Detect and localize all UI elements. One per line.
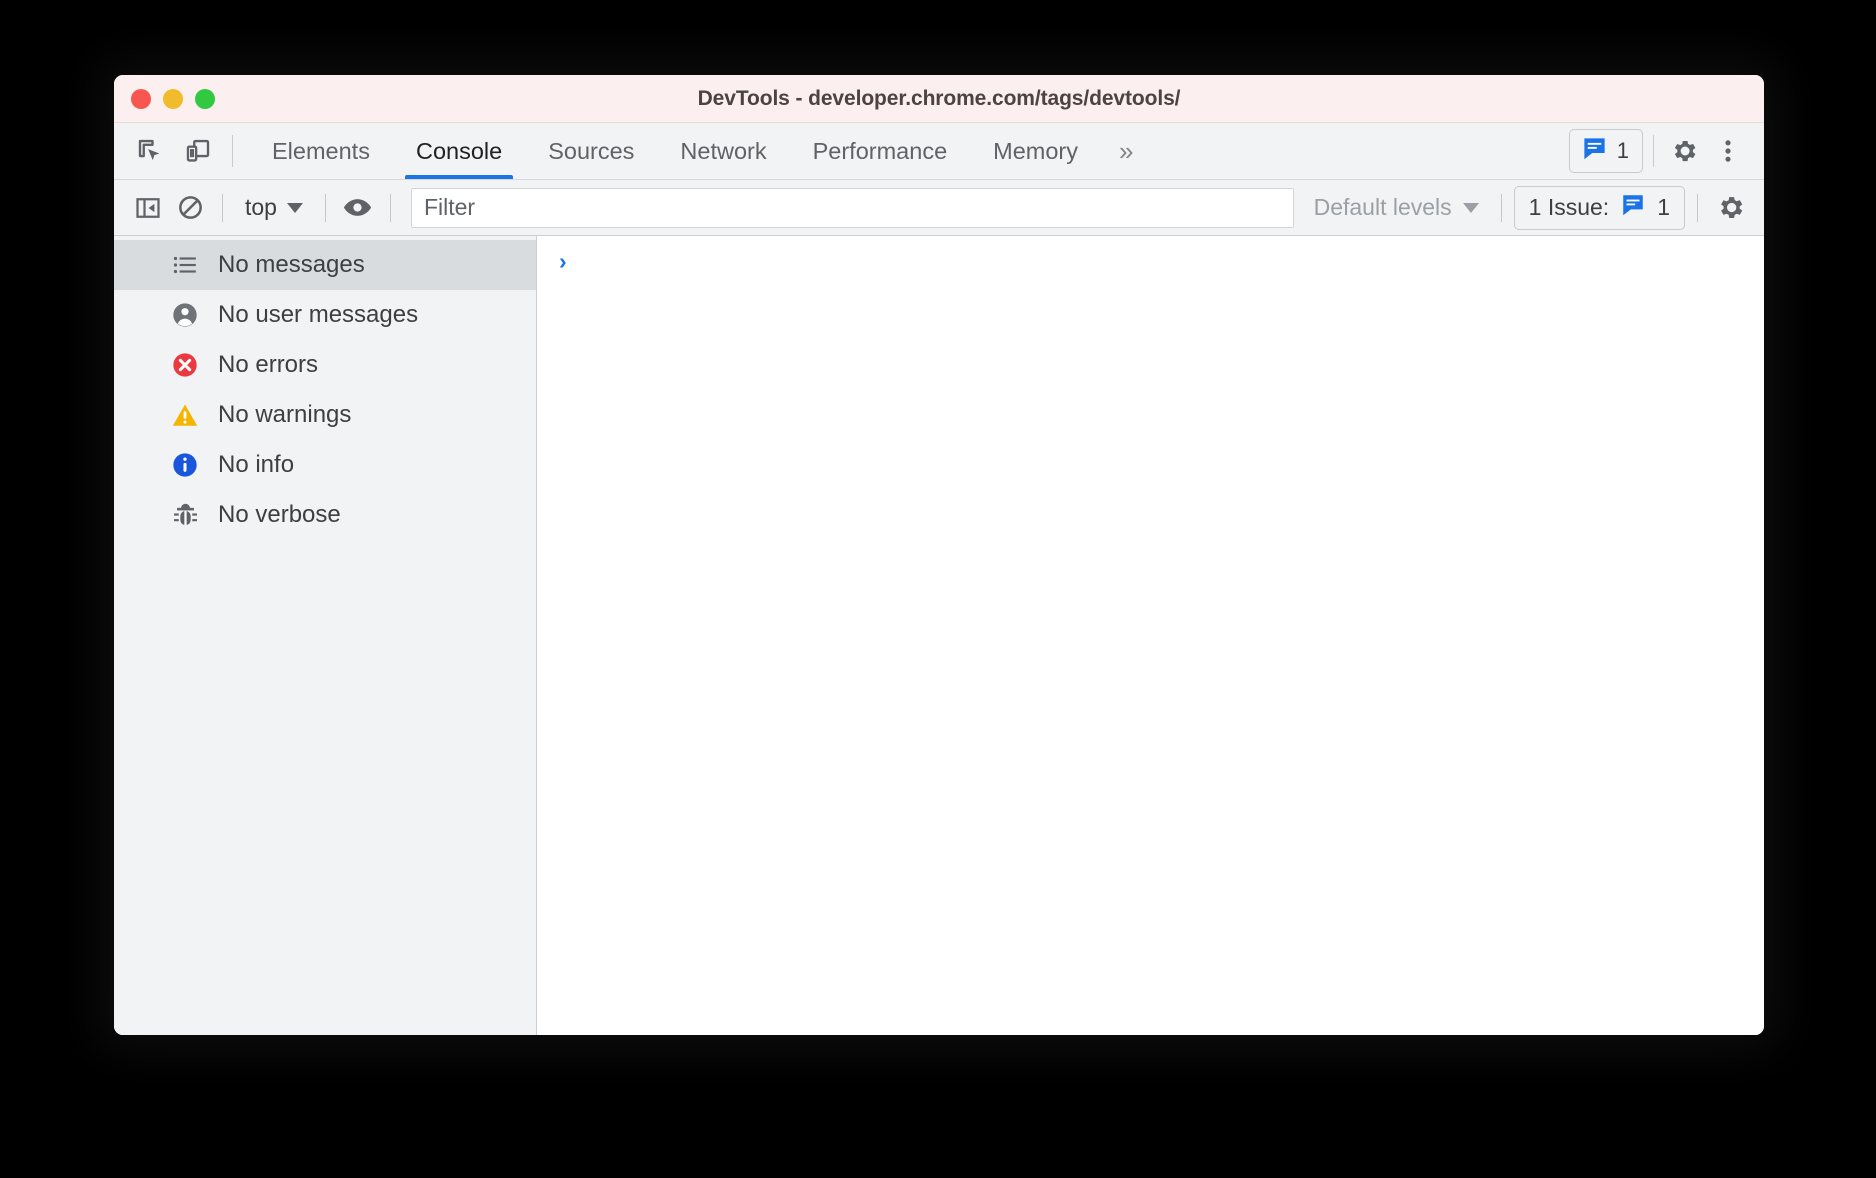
issues-badge-button[interactable]: 1 <box>1569 129 1643 173</box>
tabbar-divider <box>232 135 233 167</box>
sidebar-item-label: No user messages <box>218 301 418 329</box>
gear-icon[interactable] <box>1710 188 1750 228</box>
panel-tabs: Elements Console Sources Network Perform… <box>249 123 1151 179</box>
sidebar-item-label: No messages <box>218 251 365 279</box>
toolbar-divider-4 <box>1501 194 1502 222</box>
sidebar-item-no-messages[interactable]: No messages <box>114 240 536 290</box>
tabbar-right-actions: 1 <box>1569 123 1764 179</box>
tab-sources[interactable]: Sources <box>525 123 657 179</box>
toolbar-divider-2 <box>325 194 326 222</box>
log-levels-dropdown[interactable]: Default levels <box>1304 194 1489 221</box>
filter-input[interactable] <box>411 188 1294 228</box>
clear-console-icon[interactable] <box>170 188 210 228</box>
console-sidebar: No messages No user messages <box>114 236 537 1035</box>
tab-elements[interactable]: Elements <box>249 123 393 179</box>
sidebar-item-label: No warnings <box>218 401 351 429</box>
window-title: DevTools - developer.chrome.com/tags/dev… <box>114 87 1764 111</box>
tabbar-left-icons <box>114 123 226 179</box>
more-tabs-chevron-icon[interactable]: » <box>1101 123 1151 179</box>
issues-counter-button[interactable]: 1 Issue: 1 <box>1514 186 1685 230</box>
error-icon <box>171 351 199 379</box>
eye-icon[interactable] <box>338 188 378 228</box>
console-message-area[interactable]: › <box>537 236 1764 1035</box>
console-toolbar: top Default levels 1 Issue: <box>114 180 1764 236</box>
tab-memory[interactable]: Memory <box>970 123 1101 179</box>
devtools-window: DevTools - developer.chrome.com/tags/dev… <box>114 75 1764 1035</box>
list-icon <box>171 251 199 279</box>
issues-speech-bubble-icon <box>1581 135 1608 167</box>
sidebar-item-no-info[interactable]: No info <box>114 440 536 490</box>
console-prompt-chevron-icon: › <box>559 250 567 273</box>
show-console-sidebar-icon[interactable] <box>128 188 168 228</box>
device-toolbar-icon[interactable] <box>178 131 218 171</box>
sidebar-item-label: No errors <box>218 351 318 379</box>
toolbar-divider-5 <box>1697 194 1698 222</box>
sidebar-item-label: No info <box>218 451 294 479</box>
console-prompt-row[interactable]: › <box>537 250 1764 284</box>
sidebar-item-no-verbose[interactable]: No verbose <box>114 490 536 540</box>
log-levels-label: Default levels <box>1314 194 1452 221</box>
sidebar-item-label: No verbose <box>218 501 341 529</box>
sidebar-item-no-user-messages[interactable]: No user messages <box>114 290 536 340</box>
tab-console[interactable]: Console <box>393 123 525 179</box>
inspect-element-icon[interactable] <box>130 131 170 171</box>
chevron-down-icon <box>1463 203 1479 213</box>
tabbar-right-divider <box>1653 135 1654 167</box>
issues-counter-count: 1 <box>1657 194 1670 221</box>
sidebar-item-no-errors[interactable]: No errors <box>114 340 536 390</box>
toolbar-divider-1 <box>222 194 223 222</box>
gear-icon[interactable] <box>1664 131 1704 171</box>
issues-speech-bubble-icon <box>1620 192 1646 224</box>
console-body: No messages No user messages <box>114 236 1764 1035</box>
person-icon <box>171 301 199 329</box>
javascript-context-selector[interactable]: top <box>235 194 313 221</box>
tab-performance[interactable]: Performance <box>790 123 971 179</box>
issues-counter-label: 1 Issue: <box>1529 194 1610 221</box>
chevron-down-icon <box>287 203 303 213</box>
window-titlebar: DevTools - developer.chrome.com/tags/dev… <box>114 75 1764 123</box>
warning-icon <box>171 401 199 429</box>
bug-icon <box>171 501 199 529</box>
sidebar-item-no-warnings[interactable]: No warnings <box>114 390 536 440</box>
issues-badge-count: 1 <box>1617 138 1629 164</box>
context-selector-value: top <box>245 194 277 221</box>
screenshot-root: DevTools - developer.chrome.com/tags/dev… <box>0 0 1876 1178</box>
toolbar-divider-3 <box>390 194 391 222</box>
three-dot-menu-icon[interactable] <box>1708 131 1748 171</box>
tab-network[interactable]: Network <box>657 123 789 179</box>
info-icon <box>171 451 199 479</box>
devtools-tabbar: Elements Console Sources Network Perform… <box>114 123 1764 180</box>
